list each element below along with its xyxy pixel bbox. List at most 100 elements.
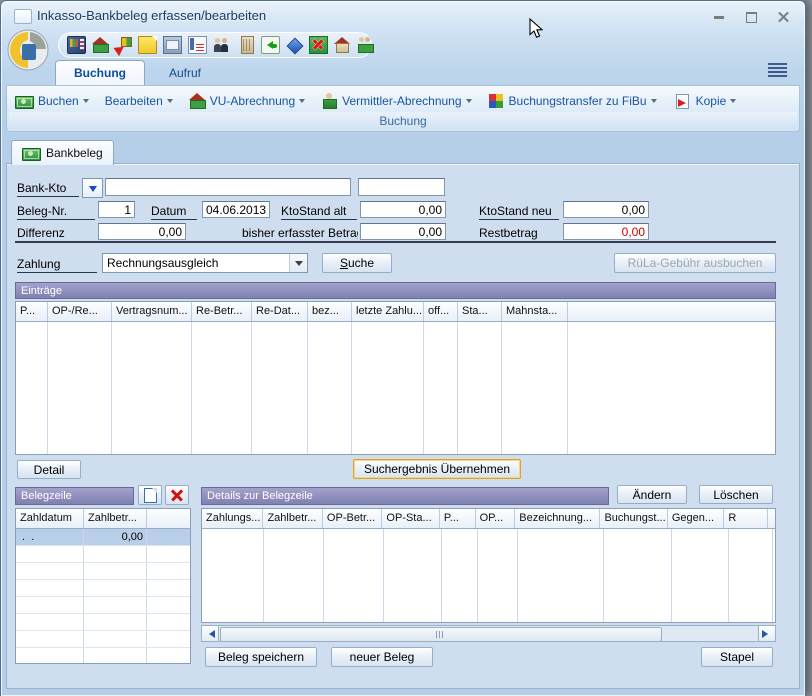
undo-arrow-icon[interactable] (261, 36, 280, 54)
people-payment-icon[interactable] (357, 37, 374, 53)
details-title: Details zur Belegzeile (207, 490, 313, 502)
report-icon[interactable] (188, 36, 207, 54)
envelope-icon[interactable] (163, 36, 182, 54)
new-row-button[interactable] (138, 485, 162, 505)
grid-column (352, 322, 424, 455)
column-header[interactable]: Sta... (458, 302, 502, 321)
column-header[interactable]: bez... (308, 302, 352, 321)
belegzeile-empty-row[interactable] (16, 563, 190, 580)
column-header[interactable]: Zahlbetr... (263, 509, 322, 528)
scroll-right-icon[interactable] (758, 626, 775, 641)
belegzeile-table[interactable]: ZahldatumZahlbetr... . .0,00 (15, 508, 191, 664)
details-table[interactable]: Zahlungs...Zahlbetr...OP-Betr...OP-Sta..… (201, 508, 776, 623)
ktostand-neu-input[interactable] (563, 201, 649, 218)
bank-kto-nr-input[interactable] (358, 178, 445, 196)
nav-tab-aufruf[interactable]: Aufruf (151, 61, 219, 85)
title-bar[interactable]: Inkasso-Bankbeleg erfassen/bearbeiten (1, 1, 805, 29)
hamburger-menu-icon[interactable] (768, 63, 787, 79)
maximize-icon[interactable] (741, 10, 761, 24)
grid-column (672, 529, 729, 623)
column-header[interactable]: Zahldatum (16, 509, 84, 528)
combo-dropdown-icon[interactable] (289, 254, 307, 272)
beleg-nr-input[interactable] (98, 201, 135, 218)
column-header[interactable]: Re-Dat... (252, 302, 308, 321)
belegzeile-table-body: . .0,00 (16, 529, 190, 664)
ruela-gebuehr-ausbuchen-button[interactable]: RüLa-Gebühr ausbuchen (614, 253, 776, 273)
scrollbar-track[interactable] (219, 626, 758, 641)
column-header[interactable]: Zahlungs... (202, 509, 263, 528)
ribbon-button-label: VU-Abrechnung (210, 94, 295, 108)
bearbeiten-button[interactable]: Bearbeiten (105, 94, 173, 108)
beleg-speichern-button[interactable]: Beleg speichern (205, 647, 317, 667)
bisher-erfasster-betrag-label: bisher erfasster Betrag (242, 226, 358, 242)
vermittler-abrechnung-button[interactable]: Vermittler-Abrechnung (321, 93, 471, 109)
restbetrag-input[interactable] (563, 223, 649, 240)
scrollbar-thumb[interactable] (220, 627, 662, 642)
people-icon[interactable] (213, 37, 230, 53)
cell (16, 597, 84, 613)
datum-input[interactable] (202, 201, 270, 218)
bank-kto-input[interactable] (105, 178, 351, 196)
house-icon[interactable] (334, 37, 351, 53)
column-header[interactable]: Re-Betr... (192, 302, 252, 321)
belegzeile-empty-row[interactable] (16, 546, 190, 563)
belegzeile-empty-row[interactable] (16, 631, 190, 648)
column-header[interactable]: P... (16, 302, 48, 321)
belegzeile-empty-row[interactable] (16, 648, 190, 664)
document-icon[interactable] (138, 36, 157, 54)
close-icon[interactable] (773, 10, 793, 24)
column-header[interactable]: R (724, 509, 768, 528)
belegzeile-section-header: Belegzeile (15, 487, 134, 505)
building-icon[interactable] (241, 36, 254, 54)
delete-row-button[interactable] (165, 485, 189, 505)
detail-button[interactable]: Detail (17, 460, 81, 479)
suche-button[interactable]: Suche (322, 253, 392, 273)
details-horizontal-scrollbar[interactable] (201, 625, 776, 642)
column-header[interactable]: off... (424, 302, 458, 321)
scroll-left-icon[interactable] (202, 626, 219, 641)
transfer-arrow-icon[interactable] (115, 37, 132, 53)
house-payment-icon[interactable] (92, 37, 109, 53)
suchergebnis-uebernehmen-button[interactable]: Suchergebnis Übernehmen (353, 459, 521, 479)
neuer-beleg-button[interactable]: neuer Beleg (331, 647, 433, 667)
minimize-icon[interactable] (709, 10, 729, 24)
ribbon-button-label: Bearbeiten (105, 94, 163, 108)
bisher-erfasster-betrag-input[interactable] (360, 223, 446, 240)
column-header[interactable]: Buchungst... (600, 509, 667, 528)
stapel-button[interactable]: Stapel (701, 647, 773, 667)
buchungstransfer-zu-fibu-button[interactable]: Buchungstransfer zu FiBu (488, 93, 657, 109)
column-header[interactable]: OP-Betr... (323, 509, 382, 528)
belegzeile-empty-row[interactable] (16, 614, 190, 631)
nav-tab-buchung[interactable]: Buchung (55, 60, 145, 85)
column-header[interactable]: OP-Sta... (382, 509, 439, 528)
ktostand-alt-input[interactable] (360, 201, 446, 218)
cell (84, 580, 147, 596)
money-cancel-icon[interactable] (309, 36, 328, 54)
belegzeile-empty-row[interactable] (16, 597, 190, 614)
column-header[interactable]: P... (440, 509, 476, 528)
belegzeile-selected-row[interactable]: . .0,00 (16, 529, 190, 546)
kopie-button[interactable]: Kopie (673, 93, 737, 110)
differenz-input[interactable] (98, 223, 186, 240)
aendern-button[interactable]: Ändern (617, 485, 687, 504)
bank-kto-lookup-button[interactable] (82, 178, 103, 198)
column-header[interactable]: Mahnsta... (502, 302, 568, 321)
column-header[interactable]: Gegen... (668, 509, 725, 528)
screen-presentation-icon[interactable] (67, 36, 86, 54)
buchen-button[interactable]: Buchen (15, 94, 89, 109)
vu-abrechnung-button[interactable]: VU-Abrechnung (189, 93, 305, 109)
column-header[interactable]: Bezeichnung... (515, 509, 600, 528)
column-header[interactable]: Vertragsnum... (112, 302, 192, 321)
belegzeile-empty-row[interactable] (16, 580, 190, 597)
column-header[interactable]: OP-/Re... (48, 302, 112, 321)
column-header[interactable]: Zahlbetr... (84, 509, 147, 528)
column-header[interactable]: letzte Zahlu... (352, 302, 424, 321)
zahlung-select[interactable]: Rechnungsausgleich (102, 253, 308, 273)
eintraege-table[interactable]: P...OP-/Re...Vertragsnum...Re-Betr...Re-… (15, 301, 776, 455)
column-header[interactable]: OP... (476, 509, 516, 528)
banknote-icon (15, 96, 34, 109)
tab-bankbeleg[interactable]: Bankbeleg (11, 140, 114, 165)
loeschen-button[interactable]: Löschen (699, 485, 773, 504)
application-menu-button[interactable] (7, 29, 49, 71)
diamond-icon[interactable] (286, 37, 303, 53)
